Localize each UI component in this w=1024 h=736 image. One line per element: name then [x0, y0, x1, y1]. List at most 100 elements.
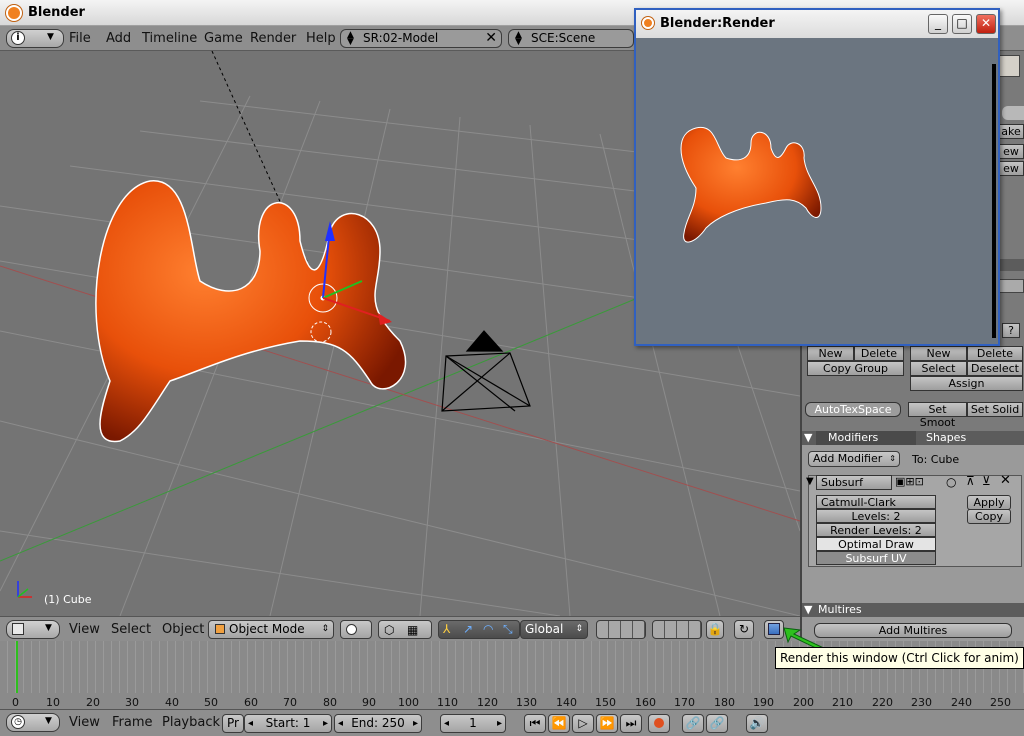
new-group-button[interactable]: New	[807, 346, 854, 361]
lock-icon[interactable]: 🔒	[706, 620, 724, 639]
tick-label: 160	[635, 696, 656, 709]
decrement-arrow-icon[interactable]: ◂	[338, 715, 343, 732]
timeline-type-button[interactable]: ◷ ▼	[6, 713, 60, 732]
decrement-arrow-icon[interactable]: ◂	[444, 715, 449, 732]
subdivision-type-menu[interactable]: Catmull-Clark	[816, 495, 936, 509]
collapsed-field[interactable]	[998, 279, 1024, 293]
menu-file[interactable]: File	[69, 31, 91, 46]
mode-selector[interactable]: Object Mode ⇕	[208, 620, 334, 639]
view-button-1[interactable]: ew	[998, 144, 1024, 159]
draw-type-button[interactable]	[340, 620, 372, 639]
menu-object[interactable]: Object	[162, 622, 204, 637]
partial-button[interactable]	[1002, 106, 1024, 120]
tab-multires[interactable]: Multires	[818, 603, 862, 616]
copy-group-button[interactable]: Copy Group	[807, 361, 904, 376]
orientation-label: Global	[525, 622, 564, 636]
scale-icon: ⤡	[503, 622, 513, 636]
clock-icon: ◷	[11, 715, 25, 729]
jump-end-icon[interactable]: ⏭	[620, 714, 642, 733]
set-smooth-button[interactable]: Set Smoot	[908, 402, 967, 429]
levels-field[interactable]: Levels: 2	[816, 509, 936, 523]
end-frame-field[interactable]: ◂ End: 250 ▸	[334, 714, 422, 733]
preview-range-toggle[interactable]: Pr	[222, 714, 244, 733]
delete-group-button[interactable]: Delete	[854, 346, 904, 361]
layer-buttons-2[interactable]	[652, 620, 702, 639]
render-preview-icon[interactable]: ↻	[734, 620, 754, 639]
menu-select[interactable]: Select	[111, 622, 151, 637]
menu-game[interactable]: Game	[204, 31, 243, 46]
timeline-menu-playback[interactable]: Playback	[162, 715, 220, 730]
increment-arrow-icon[interactable]: ▸	[323, 715, 328, 732]
tick-label: 240	[951, 696, 972, 709]
collapse-arrow-icon[interactable]: ▼	[804, 431, 812, 444]
tab-shapes[interactable]: Shapes	[926, 431, 966, 444]
modifier-mode-icons[interactable]: ▣⊞⊡	[895, 475, 924, 488]
help-button[interactable]: ?	[1002, 323, 1020, 338]
menu-render[interactable]: Render	[250, 31, 296, 46]
maximize-icon[interactable]: □	[952, 14, 972, 34]
select-vertex-group-button[interactable]: Select	[910, 361, 967, 376]
tick-label: 90	[362, 696, 376, 709]
collapsed-tab[interactable]	[998, 259, 1024, 271]
jump-prev-icon[interactable]: ⏪	[548, 714, 570, 733]
move-up-icon[interactable]: ⊼	[966, 474, 975, 488]
bake-button[interactable]: ake	[998, 124, 1024, 139]
start-frame-field[interactable]: ◂ Start: 1 ▸	[244, 714, 332, 733]
copy-modifier-button[interactable]: Copy	[967, 509, 1011, 524]
pivot-buttons[interactable]: ⬡ ▦	[378, 620, 432, 639]
window-type-button[interactable]: i ▼	[6, 29, 64, 48]
orientation-selector[interactable]: Global ⇕	[520, 620, 588, 639]
layer-buttons-1[interactable]	[596, 620, 646, 639]
screen-selector[interactable]: ▲ ▼ SR:02-Model ✕	[340, 29, 502, 48]
camera-object-icon[interactable]	[441, 330, 531, 412]
delete-keyframe-icon[interactable]: 🔗	[706, 714, 728, 733]
delete-vertex-group-button[interactable]: Delete	[967, 346, 1023, 361]
audio-sync-icon[interactable]: 🔊	[746, 714, 768, 733]
decrement-arrow-icon[interactable]: ◂	[248, 715, 253, 732]
move-down-icon[interactable]: ⊻	[982, 474, 991, 488]
current-frame-marker[interactable]	[16, 641, 18, 693]
assign-button[interactable]: Assign	[910, 376, 1023, 391]
jump-next-icon[interactable]: ⏩	[596, 714, 618, 733]
jump-start-icon[interactable]: ⏮	[524, 714, 546, 733]
menu-view[interactable]: View	[69, 622, 100, 637]
render-result-canvas[interactable]	[636, 38, 998, 344]
remove-modifier-icon[interactable]: ✕	[1000, 473, 1011, 488]
add-multires-button[interactable]: Add Multires	[814, 623, 1012, 638]
modifier-cage-icon[interactable]: ○	[946, 475, 956, 489]
screen-name: SR:02-Model	[363, 31, 439, 45]
optimal-draw-toggle[interactable]: Optimal Draw	[816, 537, 936, 551]
render-levels-field[interactable]: Render Levels: 2	[816, 523, 936, 537]
current-frame-field[interactable]: ◂ 1 ▸	[440, 714, 506, 733]
modifier-collapse-icon[interactable]: ▼	[806, 476, 814, 487]
autotexspace-toggle[interactable]: AutoTexSpace	[805, 402, 901, 417]
panel-toggle-icon[interactable]	[998, 55, 1020, 77]
record-icon[interactable]	[648, 714, 670, 733]
apply-modifier-button[interactable]: Apply	[967, 495, 1011, 510]
timeline-menu-frame[interactable]: Frame	[112, 715, 153, 730]
add-modifier-menu[interactable]: Add Modifier ⇕	[808, 451, 900, 467]
minimize-icon[interactable]: _	[928, 14, 948, 34]
view-button-2[interactable]: ew	[998, 161, 1024, 176]
view-type-button[interactable]: ▼	[6, 620, 60, 639]
menu-add[interactable]: Add	[106, 31, 131, 46]
menu-help[interactable]: Help	[306, 31, 336, 46]
modifier-name-field[interactable]: Subsurf	[816, 475, 892, 490]
scene-selector[interactable]: ▲ ▼ SCE:Scene	[508, 29, 634, 48]
collapse-arrow-icon[interactable]: ▼	[804, 603, 812, 616]
set-solid-button[interactable]: Set Solid	[967, 402, 1023, 417]
insert-keyframe-icon[interactable]: 🔗	[682, 714, 704, 733]
increment-arrow-icon[interactable]: ▸	[497, 715, 502, 732]
subsurf-uv-toggle[interactable]: Subsurf UV	[816, 551, 936, 565]
transform-manipulator-buttons[interactable]: ⅄ ↗ ◠ ⤡	[438, 620, 520, 639]
tab-modifiers[interactable]: Modifiers	[816, 431, 916, 445]
play-icon[interactable]: ▷	[572, 714, 594, 733]
new-vertex-group-button[interactable]: New	[910, 346, 967, 361]
render-window-button[interactable]	[764, 620, 784, 639]
menu-timeline[interactable]: Timeline	[142, 31, 197, 46]
deselect-vertex-group-button[interactable]: Deselect	[967, 361, 1023, 376]
increment-arrow-icon[interactable]: ▸	[413, 715, 418, 732]
timeline-menu-view[interactable]: View	[69, 715, 100, 730]
close-screen-icon[interactable]: ✕	[485, 30, 497, 47]
close-icon[interactable]: ✕	[976, 14, 996, 34]
